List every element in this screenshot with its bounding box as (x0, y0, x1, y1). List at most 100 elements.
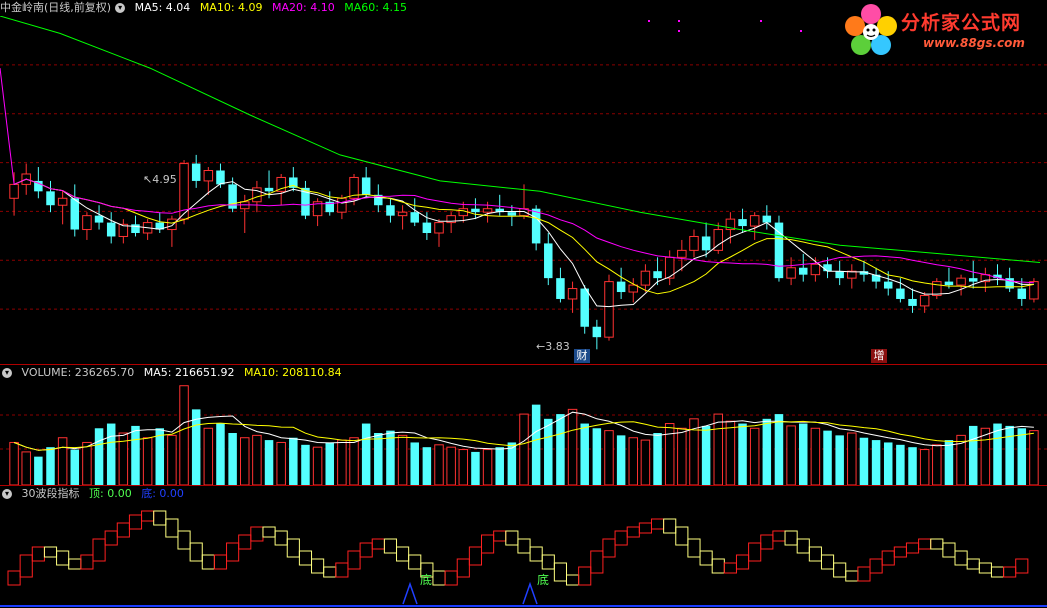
volume-bar (94, 428, 104, 485)
volume-bar (57, 437, 68, 485)
wave-collapse-icon[interactable]: ▾ (2, 489, 12, 499)
volume-bar (968, 425, 978, 485)
candle-body (810, 263, 821, 276)
candle-body (653, 271, 662, 279)
volume-bar (519, 413, 529, 485)
volume-bar (349, 437, 359, 485)
wave-step (165, 518, 179, 538)
wave-step (1015, 558, 1029, 574)
signal-dot (648, 20, 650, 22)
wave-step (189, 542, 203, 562)
candle-body (677, 249, 687, 258)
wave-step (347, 550, 361, 570)
volume-bar (823, 430, 832, 485)
wave-step (481, 534, 495, 554)
wave-step (311, 558, 325, 574)
finance-marker[interactable]: 财 (574, 349, 590, 363)
volume-bar (106, 423, 116, 485)
volume-bar (628, 437, 639, 485)
candle-body (580, 288, 589, 327)
wave-step (833, 562, 847, 578)
wave-step (784, 530, 798, 546)
wave-step (687, 538, 701, 558)
wave-step (675, 526, 689, 546)
wave-step (201, 554, 215, 570)
wave-step (335, 562, 349, 578)
candle-body (604, 281, 614, 338)
candle-body (337, 197, 347, 213)
volume-bar (191, 409, 201, 485)
volume-bar (762, 418, 772, 485)
wave-step (748, 542, 762, 562)
wave-step (31, 546, 45, 562)
volume-bar (810, 427, 821, 485)
candle-body (968, 278, 978, 282)
volume-ma5: MA5: 216651.92 (143, 366, 235, 379)
candle-body (482, 208, 493, 213)
candle-body (823, 264, 832, 272)
volume-bar (1017, 428, 1027, 485)
volume-bar (9, 441, 19, 485)
low-price-label: 3.83 (545, 340, 570, 353)
signal-dot (678, 30, 680, 32)
wave-step (7, 570, 21, 586)
wave-step (590, 550, 604, 574)
wave-step (250, 526, 264, 542)
collapse-icon[interactable]: ▾ (115, 3, 126, 13)
volume-bar (131, 425, 140, 485)
candle-body (410, 212, 419, 223)
wave-step (918, 538, 932, 550)
volume-bar (203, 427, 214, 485)
wave-step (881, 550, 895, 566)
wave-step (371, 538, 385, 550)
candle-body (616, 281, 626, 293)
volume-bar (604, 430, 614, 485)
volume-bar (422, 447, 432, 485)
bottom-axis (0, 605, 1047, 607)
wave-step (711, 558, 725, 574)
candle-body (82, 215, 92, 231)
candle-body (640, 270, 651, 286)
wave-step (602, 538, 616, 558)
volume-bar (616, 435, 626, 485)
volume-bar (908, 447, 917, 485)
high-price-label: 4.95 (152, 173, 177, 186)
candle-body (70, 198, 80, 230)
candle-body (276, 176, 286, 192)
volume-bar (264, 440, 274, 485)
wave-step (578, 566, 592, 586)
candle-body (932, 281, 942, 297)
wave-step (80, 554, 94, 570)
candle-body (544, 243, 553, 279)
volume-ma10: MA10: 208110.84 (243, 366, 342, 379)
wave-step (444, 570, 458, 586)
volume-bar (664, 423, 675, 485)
candle-body (507, 212, 517, 216)
low-annotation: ←3.83 (536, 340, 570, 353)
increase-marker[interactable]: 增 (871, 349, 887, 363)
wave-step (626, 526, 640, 538)
wave-step (529, 546, 543, 562)
wave-step (238, 534, 252, 550)
volume-bar (932, 444, 942, 485)
wave-step (942, 542, 956, 558)
candle-body (919, 295, 930, 307)
wave-step (274, 530, 288, 546)
price-panel-header: 中金岭南(日线,前复权) ▾ MA5: 4.04 MA10: 4.09 MA20:… (0, 0, 413, 16)
volume-bar (653, 433, 662, 485)
ma10-value: MA10: 4.09 (199, 1, 263, 14)
wave-step (869, 558, 883, 574)
ma5-value: MA5: 4.04 (134, 1, 191, 14)
candle-body (57, 197, 68, 206)
wave-step (92, 538, 106, 562)
ma60-value: MA60: 4.15 (344, 1, 407, 14)
wave-chart (7, 510, 1029, 605)
volume-bar (34, 456, 43, 485)
volume-bar (725, 420, 736, 485)
wave-step (723, 562, 737, 574)
wave-step (760, 534, 774, 550)
wave-step (638, 522, 652, 534)
volume-collapse-icon[interactable]: ▾ (2, 368, 12, 378)
volume-bar (446, 446, 456, 485)
wave-step (456, 558, 470, 578)
